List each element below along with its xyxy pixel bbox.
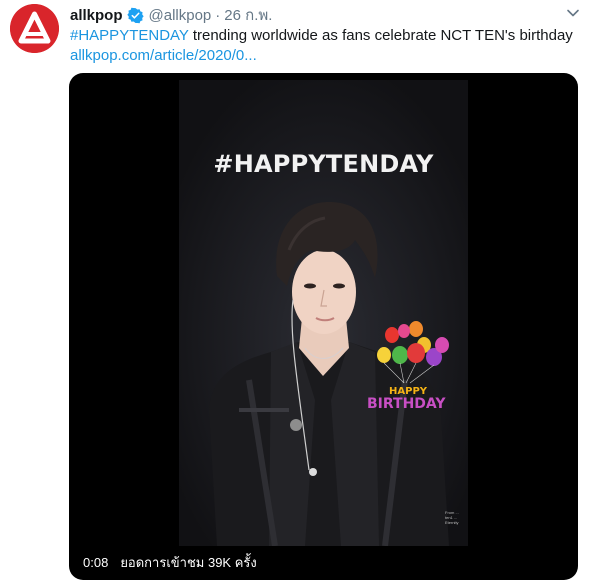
video-player[interactable]: #HAPPYTENDAY HAPPY BIRTHDAY From ... ten… <box>69 73 578 580</box>
tweet-date[interactable]: 26 ก.พ. <box>224 3 272 27</box>
avatar[interactable] <box>10 4 59 53</box>
article-link[interactable]: allkpop.com/article/2020/0... <box>70 46 580 66</box>
chevron-down-icon[interactable] <box>566 6 580 20</box>
video-overlay-title: #HAPPYTENDAY <box>213 150 434 178</box>
tweet-header: allkpop @allkpop · 26 ก.พ. <box>70 5 272 25</box>
verified-badge-icon <box>126 7 144 24</box>
video-view-count: ยอดการเข้าชม 39K ครั้ง <box>120 554 257 570</box>
tweet-text: #HAPPYTENDAY trending worldwide as fans … <box>70 26 580 66</box>
separator-dot: · <box>215 6 221 24</box>
author-handle[interactable]: @allkpop <box>149 7 212 24</box>
author-name[interactable]: allkpop <box>70 7 123 24</box>
tweet: allkpop @allkpop · 26 ก.พ. #HAPPYTENDAY … <box>0 0 599 588</box>
video-elapsed-time: 0:08 <box>83 554 109 570</box>
tweet-body: trending worldwide as fans celebrate NCT… <box>188 27 573 44</box>
hashtag-link[interactable]: #HAPPYTENDAY <box>70 27 189 44</box>
video-credit: From ... ten1 ... Eternity <box>445 510 459 525</box>
birthday-sticker: HAPPY BIRTHDAY <box>367 386 467 420</box>
allkpop-logo-icon <box>10 4 59 53</box>
video-frame[interactable]: #HAPPYTENDAY HAPPY BIRTHDAY From ... ten… <box>179 80 468 546</box>
birthday-sticker-line2: BIRTHDAY <box>367 396 446 412</box>
video-info-bar: 0:08 ยอดการเข้าชม 39K ครั้ง <box>83 552 257 572</box>
